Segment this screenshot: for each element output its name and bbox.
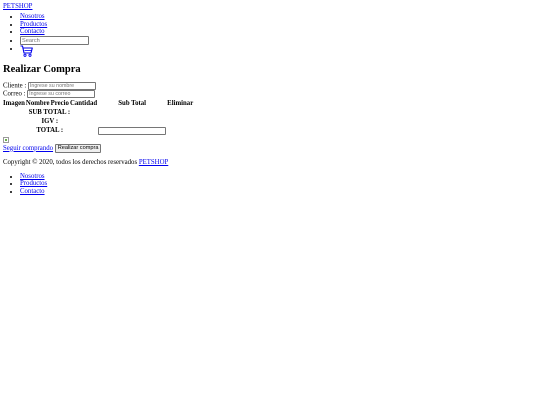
- footer-link-productos[interactable]: Productos: [20, 180, 47, 187]
- footer-link-contacto[interactable]: Contacto: [20, 188, 45, 195]
- subtotal-value: [98, 109, 166, 117]
- nav-link-productos[interactable]: Productos: [20, 21, 47, 28]
- actions-row: Seguir comprando Realizar compra: [3, 143, 533, 153]
- correo-row: Correo :: [3, 90, 533, 98]
- image-row: [3, 136, 533, 143]
- cart-table: Imagen Nombre Precio Cantidad Sub Total …: [2, 99, 194, 136]
- cliente-label: Cliente :: [3, 82, 27, 90]
- total-label: TOTAL :: [36, 126, 64, 134]
- col-cantidad: Cantidad: [69, 99, 98, 107]
- footer-link-nosotros[interactable]: Nosotros: [20, 173, 45, 180]
- nav-item-nosotros: Nosotros: [20, 13, 533, 21]
- col-precio: Precio: [50, 99, 69, 107]
- col-eliminar: Eliminar: [167, 99, 194, 107]
- broken-image-icon: [3, 136, 9, 143]
- correo-label: Correo :: [3, 90, 26, 98]
- nav-item-productos: Productos: [20, 21, 533, 29]
- footer-nav-item-contacto: Contacto: [20, 188, 533, 196]
- page-title: Realizar Compra: [3, 64, 81, 76]
- correo-input[interactable]: [27, 90, 96, 98]
- col-nombre: Nombre: [25, 99, 50, 107]
- col-subtotal: Sub Total: [118, 99, 147, 107]
- page: PETSHOP Nosotros Productos Contacto Real…: [3, 3, 533, 196]
- total-field[interactable]: [98, 126, 167, 135]
- footer-nav: Nosotros Productos Contacto: [3, 173, 533, 196]
- nav-item-search: [20, 36, 533, 46]
- brand-link[interactable]: PETSHOP: [3, 3, 533, 11]
- nav-item-contacto: Contacto: [20, 28, 533, 36]
- shopping-cart-icon[interactable]: [20, 45, 33, 57]
- subtotal-label: SUB TOTAL :: [28, 108, 71, 116]
- igv-label: IGV :: [41, 117, 59, 125]
- table-header-row: Imagen Nombre Precio Cantidad Sub Total …: [3, 100, 193, 108]
- nav-link-contacto[interactable]: Contacto: [20, 28, 45, 35]
- footer: Copyright © 2020, todos los derechos res…: [3, 159, 533, 167]
- cart-link[interactable]: [20, 45, 33, 57]
- igv-row: IGV :: [3, 118, 193, 126]
- nav-item-cart: [20, 45, 533, 57]
- copyright-text: Copyright © 2020, todos los derechos res…: [3, 158, 138, 166]
- nav-link-nosotros[interactable]: Nosotros: [20, 13, 45, 20]
- footer-nav-item-productos: Productos: [20, 180, 533, 188]
- igv-value: [98, 118, 166, 126]
- cliente-input[interactable]: [27, 82, 96, 90]
- search-input[interactable]: [20, 36, 89, 46]
- cliente-row: Cliente :: [3, 82, 533, 90]
- realizar-compra-button[interactable]: Realizar compra: [54, 143, 102, 153]
- total-row: TOTAL :: [3, 126, 193, 135]
- footer-nav-item-nosotros: Nosotros: [20, 173, 533, 181]
- header-nav: Nosotros Productos Contacto: [3, 13, 533, 57]
- col-imagen: Imagen: [3, 99, 25, 107]
- footer-brand-link[interactable]: PETSHOP: [139, 159, 168, 166]
- subtotal-row: SUB TOTAL :: [3, 109, 193, 117]
- seguir-comprando-link[interactable]: Seguir comprando: [3, 145, 53, 152]
